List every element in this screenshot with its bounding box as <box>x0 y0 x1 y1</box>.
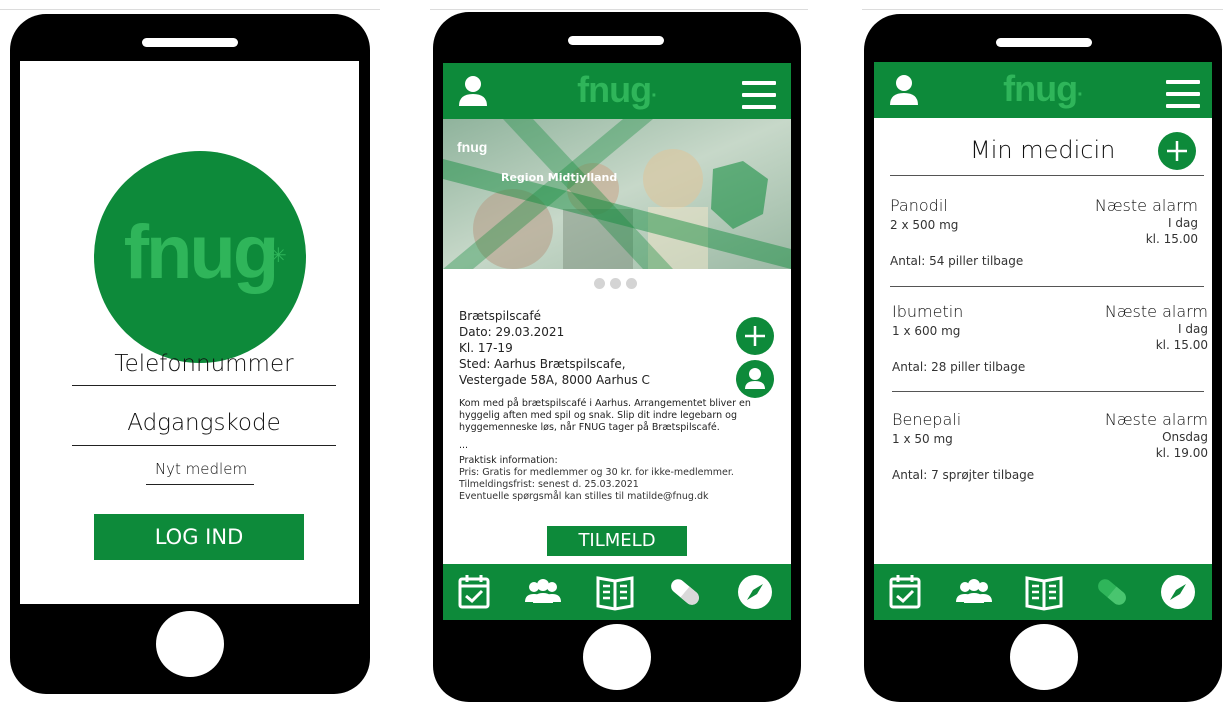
banner-brand: fnug <box>457 139 488 155</box>
title-divider <box>890 175 1204 176</box>
group-icon[interactable] <box>954 572 994 612</box>
page-title: Min medicin <box>970 136 1116 164</box>
compass-icon[interactable] <box>1158 572 1198 612</box>
event-deadline: Tilmeldingsfrist: senest d. 25.03.2021 <box>459 479 639 490</box>
book-icon[interactable] <box>1024 572 1064 612</box>
alarm-time: kl. 15.00 <box>1145 232 1198 246</box>
pill-icon[interactable] <box>665 572 705 612</box>
calendar-check-icon[interactable] <box>886 572 926 612</box>
medicine-count: Antal: 7 sprøjter tilbage <box>892 468 1035 482</box>
attendees-button[interactable] <box>736 360 774 398</box>
top-divider <box>430 9 808 10</box>
book-icon[interactable] <box>595 572 635 612</box>
app-header: fnug· <box>443 63 791 119</box>
login-screen: fnug ✳ Telefonnummer Adgangskode Nyt med… <box>20 61 359 604</box>
event-details: Brætspilscafé Dato: 29.03.2021 Kl. 17-19… <box>459 308 719 388</box>
group-icon[interactable] <box>523 572 563 612</box>
signup-button[interactable]: TILMELD <box>547 526 687 556</box>
alarm-time: kl. 15.00 <box>1155 338 1208 352</box>
practical-heading: Praktisk information: <box>459 455 558 466</box>
new-member-underline <box>146 484 254 485</box>
fnug-logo: fnug ✳ <box>94 151 306 363</box>
event-screen: fnug· fnug Region Midtjylland Brætspilsc… <box>443 63 791 620</box>
medicine-screen: fnug· Min medicin Panodil 2 x 500 mg Næs… <box>874 62 1212 620</box>
medicine-count: Antal: 28 piller tilbage <box>892 360 1026 374</box>
event-ellipsis: ... <box>459 440 469 451</box>
phone-medicine: fnug· Min medicin Panodil 2 x 500 mg Næs… <box>864 14 1222 702</box>
event-price: Pris: Gratis for medlemmer og 30 kr. for… <box>459 467 734 478</box>
list-divider <box>890 286 1204 287</box>
pill-icon[interactable] <box>1092 572 1132 612</box>
phone-speaker <box>142 38 238 47</box>
medicine-name: Panodil <box>890 196 948 215</box>
event-questions: Eventuelle spørgsmål kan stilles til mat… <box>459 491 709 502</box>
password-field[interactable]: Adgangskode <box>72 410 336 436</box>
hamburger-menu-icon[interactable] <box>742 81 776 117</box>
event-date: Dato: 29.03.2021 <box>459 325 565 339</box>
add-medicine-button[interactable] <box>1158 132 1196 170</box>
alarm-label: Næste alarm <box>1094 196 1198 215</box>
event-title: Brætspilscafé <box>459 309 542 323</box>
medicine-count: Antal: 54 piller tilbage <box>890 254 1024 268</box>
banner-image <box>443 119 791 269</box>
phone-field-underline <box>72 385 336 386</box>
phone-event: fnug· fnug Region Midtjylland Brætspilsc… <box>433 12 801 702</box>
event-place-line1: Sted: Aarhus Brætspilscafe, <box>459 357 626 371</box>
add-event-button[interactable] <box>736 317 774 355</box>
alarm-day: I dag <box>1178 322 1208 336</box>
phone-field[interactable]: Telefonnummer <box>72 351 336 377</box>
logo-star-icon: ✳ <box>270 243 287 267</box>
medicine-dose: 2 x 500 mg <box>890 218 959 232</box>
alarm-day: Onsdag <box>1162 430 1208 444</box>
alarm-label: Næste alarm <box>1104 410 1208 429</box>
list-item[interactable]: Ibumetin 1 x 600 mg Næste alarm I dag kl… <box>874 298 1212 388</box>
password-field-label: Adgangskode <box>127 410 281 436</box>
app-header: fnug· <box>874 62 1212 118</box>
event-description: Kom med på brætspilscafé i Aarhus. Arran… <box>459 398 751 433</box>
compass-icon[interactable] <box>735 572 775 612</box>
home-button[interactable] <box>1010 624 1078 690</box>
next-alarm: Næste alarm I dag kl. 15.00 <box>1105 302 1208 353</box>
phone-speaker <box>996 38 1092 47</box>
medicine-name: Ibumetin <box>892 302 964 321</box>
plus-icon <box>745 326 765 346</box>
bottom-nav <box>443 564 791 620</box>
list-item[interactable]: Benepali 1 x 50 mg Næste alarm Onsdag kl… <box>874 406 1212 496</box>
person-icon <box>745 368 765 389</box>
plus-icon <box>1167 141 1187 161</box>
list-item[interactable]: Panodil 2 x 500 mg Næste alarm I dag kl.… <box>874 192 1212 282</box>
banner-region: Region Midtjylland <box>501 171 618 184</box>
medicine-name: Benepali <box>892 410 962 429</box>
practical-info: Praktisk information: Pris: Gratis for m… <box>459 455 779 503</box>
medicine-dose: 1 x 600 mg <box>892 324 961 338</box>
event-banner: fnug Region Midtjylland <box>443 119 791 269</box>
password-field-underline <box>72 445 336 446</box>
medicine-dose: 1 x 50 mg <box>892 432 953 446</box>
next-alarm: Næste alarm Onsdag kl. 19.00 <box>1105 410 1208 461</box>
alarm-label: Næste alarm <box>1104 302 1208 321</box>
new-member-link[interactable]: Nyt medlem <box>146 460 256 478</box>
logo-text: fnug <box>123 210 280 295</box>
top-divider <box>862 9 1223 10</box>
home-button[interactable] <box>156 611 224 677</box>
phone-speaker <box>568 36 664 45</box>
header-brand: fnug· <box>1003 68 1084 109</box>
home-button[interactable] <box>583 624 651 690</box>
login-button[interactable]: LOG IND <box>94 514 304 560</box>
phone-field-label: Telefonnummer <box>114 351 294 377</box>
bottom-nav <box>874 564 1212 620</box>
top-divider <box>0 9 380 10</box>
list-divider <box>892 391 1204 392</box>
event-time: Kl. 17-19 <box>459 341 513 355</box>
phone-login: fnug ✳ Telefonnummer Adgangskode Nyt med… <box>10 14 370 694</box>
next-alarm: Næste alarm I dag kl. 15.00 <box>1095 196 1198 247</box>
carousel-dots[interactable] <box>594 278 640 290</box>
hamburger-menu-icon[interactable] <box>1166 80 1200 116</box>
event-place-line2: Vestergade 58A, 8000 Aarhus C <box>459 373 650 387</box>
header-brand: fnug· <box>577 69 658 110</box>
calendar-check-icon[interactable] <box>455 572 495 612</box>
alarm-time: kl. 19.00 <box>1155 446 1208 460</box>
alarm-day: I dag <box>1168 216 1198 230</box>
